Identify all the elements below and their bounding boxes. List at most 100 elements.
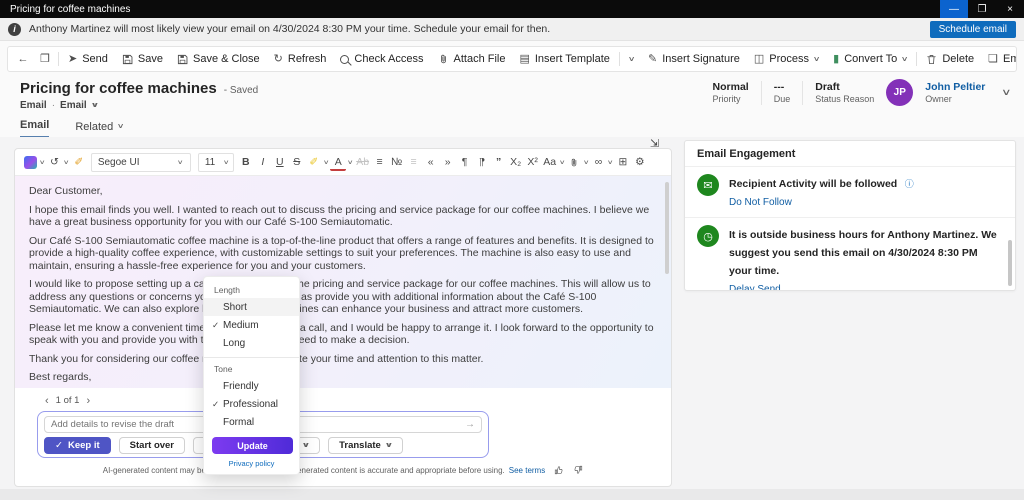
- delete-label: Delete: [942, 53, 974, 65]
- follow-text: Recipient Activity will be followed: [729, 178, 897, 190]
- menu-option-friendly[interactable]: Friendly: [204, 377, 299, 395]
- editor-settings-button[interactable]: ⚙: [632, 153, 648, 171]
- indent-button[interactable]: »: [440, 153, 456, 171]
- breadcrumb-form[interactable]: Email: [60, 100, 87, 111]
- check-access-button[interactable]: Check Access: [333, 49, 430, 69]
- insert-signature-label: Insert Signature: [662, 53, 740, 65]
- email-link-label: Email a Link: [1003, 53, 1017, 65]
- chevron-down-icon[interactable]: ∨: [607, 159, 614, 166]
- submit-arrow-icon[interactable]: →: [465, 419, 475, 430]
- italic-button[interactable]: I: [255, 153, 271, 171]
- send-button[interactable]: ➤ Send: [61, 49, 115, 69]
- process-button[interactable]: ◫ Process ∨: [747, 49, 826, 69]
- overflow-chevron-button[interactable]: ∨: [622, 49, 641, 69]
- thumbs-up-icon[interactable]: [554, 465, 564, 475]
- menu-option-short[interactable]: Short: [204, 298, 299, 316]
- menu-option-medium[interactable]: ✓ Medium: [204, 316, 299, 334]
- header-expand-chevron[interactable]: ∨: [1001, 87, 1012, 98]
- clock-icon: ◷: [697, 225, 719, 247]
- see-terms-link[interactable]: See terms: [509, 466, 545, 475]
- insert-template-label: Insert Template: [535, 53, 610, 65]
- tab-related[interactable]: Related ∨: [75, 119, 123, 139]
- align-button[interactable]: ≡: [406, 153, 422, 171]
- delete-button[interactable]: Delete: [919, 49, 981, 69]
- insert-link-button[interactable]: ∞: [590, 153, 606, 171]
- keep-it-label: Keep it: [68, 440, 100, 451]
- chevron-down-icon: ∨: [117, 123, 125, 130]
- previous-draft-icon[interactable]: ‹: [45, 395, 49, 407]
- editor-scrollbar[interactable]: [665, 182, 669, 274]
- update-button[interactable]: Update: [212, 437, 293, 454]
- font-size-select[interactable]: 11 ∨: [198, 153, 234, 172]
- font-color-button[interactable]: A: [330, 156, 346, 171]
- tab-email[interactable]: Email: [20, 119, 49, 139]
- privacy-policy-link[interactable]: Privacy policy: [204, 457, 299, 474]
- chevron-down-icon[interactable]: ∨: [323, 159, 330, 166]
- translate-button[interactable]: Translate ∨: [328, 437, 402, 454]
- format-painter-button[interactable]: ✐: [71, 153, 87, 171]
- email-body[interactable]: Dear Customer, I hope this email finds y…: [15, 176, 671, 388]
- send-icon: ➤: [68, 54, 77, 65]
- underline-button[interactable]: U: [272, 153, 288, 171]
- font-name-select[interactable]: Segoe UI ∨: [91, 153, 191, 172]
- save-icon: [122, 54, 133, 65]
- save-close-button[interactable]: Save & Close: [170, 49, 267, 69]
- highlight-button[interactable]: ✐: [306, 153, 322, 171]
- owner-name-link[interactable]: John Peltier: [925, 81, 985, 93]
- email-link-button[interactable]: ❏ Email a Link: [981, 49, 1017, 69]
- minimize-button[interactable]: —: [940, 0, 968, 18]
- editor-attach-button[interactable]: [566, 153, 582, 171]
- insert-template-button[interactable]: ▤ Insert Template: [512, 49, 616, 69]
- close-button[interactable]: ×: [996, 0, 1024, 18]
- save-button[interactable]: Save: [115, 49, 170, 69]
- keep-it-button[interactable]: ✓ Keep it: [44, 437, 111, 454]
- font-size-value: 11: [205, 157, 215, 168]
- attach-file-button[interactable]: Attach File: [431, 49, 513, 69]
- change-case-button[interactable]: Aa: [542, 153, 558, 171]
- thumbs-down-icon[interactable]: [573, 465, 583, 475]
- blockquote-button[interactable]: ”: [491, 153, 507, 171]
- next-draft-icon[interactable]: ›: [86, 395, 90, 407]
- copilot-button[interactable]: [22, 153, 38, 171]
- bold-button[interactable]: B: [238, 153, 254, 171]
- chevron-down-icon[interactable]: ∨: [559, 159, 566, 166]
- tab-email-label: Email: [20, 119, 49, 131]
- numbered-list-button[interactable]: №: [389, 153, 405, 171]
- do-not-follow-link[interactable]: Do Not Follow: [729, 197, 792, 208]
- owner-avatar[interactable]: JP: [886, 79, 913, 106]
- check-access-label: Check Access: [354, 53, 423, 65]
- notification-bar: i Anthony Martinez will most likely view…: [0, 18, 1024, 41]
- popout-button[interactable]: ❐: [34, 49, 56, 69]
- window-titlebar: Pricing for coffee machines — ❐ ×: [0, 0, 1024, 18]
- insert-signature-button[interactable]: ✎ Insert Signature: [641, 49, 747, 69]
- menu-option-long[interactable]: Long: [204, 334, 299, 352]
- info-circle-icon[interactable]: ⓘ: [905, 179, 914, 189]
- ltr-button[interactable]: ¶: [457, 153, 473, 171]
- rtl-button[interactable]: ¶: [474, 153, 490, 171]
- start-over-button[interactable]: Start over: [119, 437, 185, 454]
- subscript-button[interactable]: X₂: [508, 153, 524, 171]
- delay-send-link[interactable]: Delay Send: [729, 284, 781, 291]
- notification-text: Anthony Martinez will most likely view y…: [29, 23, 922, 35]
- insert-table-button[interactable]: ⊞: [615, 153, 631, 171]
- clear-format-button[interactable]: Ab: [355, 153, 371, 171]
- chevron-down-icon[interactable]: ∨: [63, 159, 70, 166]
- convert-to-button[interactable]: ▮ Convert To ∨: [826, 49, 914, 69]
- menu-option-professional[interactable]: ✓ Professional: [204, 395, 299, 413]
- outdent-button[interactable]: «: [423, 153, 439, 171]
- strikethrough-button[interactable]: S: [289, 153, 305, 171]
- option-label: Friendly: [223, 381, 259, 392]
- chevron-down-icon[interactable]: ∨: [583, 159, 590, 166]
- maximize-button[interactable]: ❐: [968, 0, 996, 18]
- option-label: Long: [223, 338, 245, 349]
- refresh-button[interactable]: ↻ Refresh: [267, 49, 334, 69]
- chevron-down-icon[interactable]: ∨: [347, 159, 354, 166]
- chevron-down-icon[interactable]: ∨: [39, 159, 46, 166]
- bullet-list-button[interactable]: ≡: [372, 153, 388, 171]
- back-button[interactable]: ←: [12, 49, 34, 69]
- schedule-email-button[interactable]: Schedule email: [930, 21, 1016, 38]
- panel-scrollbar[interactable]: [1008, 240, 1012, 286]
- menu-option-formal[interactable]: Formal: [204, 413, 299, 431]
- superscript-button[interactable]: X²: [525, 153, 541, 171]
- undo-button[interactable]: ↺: [46, 153, 62, 171]
